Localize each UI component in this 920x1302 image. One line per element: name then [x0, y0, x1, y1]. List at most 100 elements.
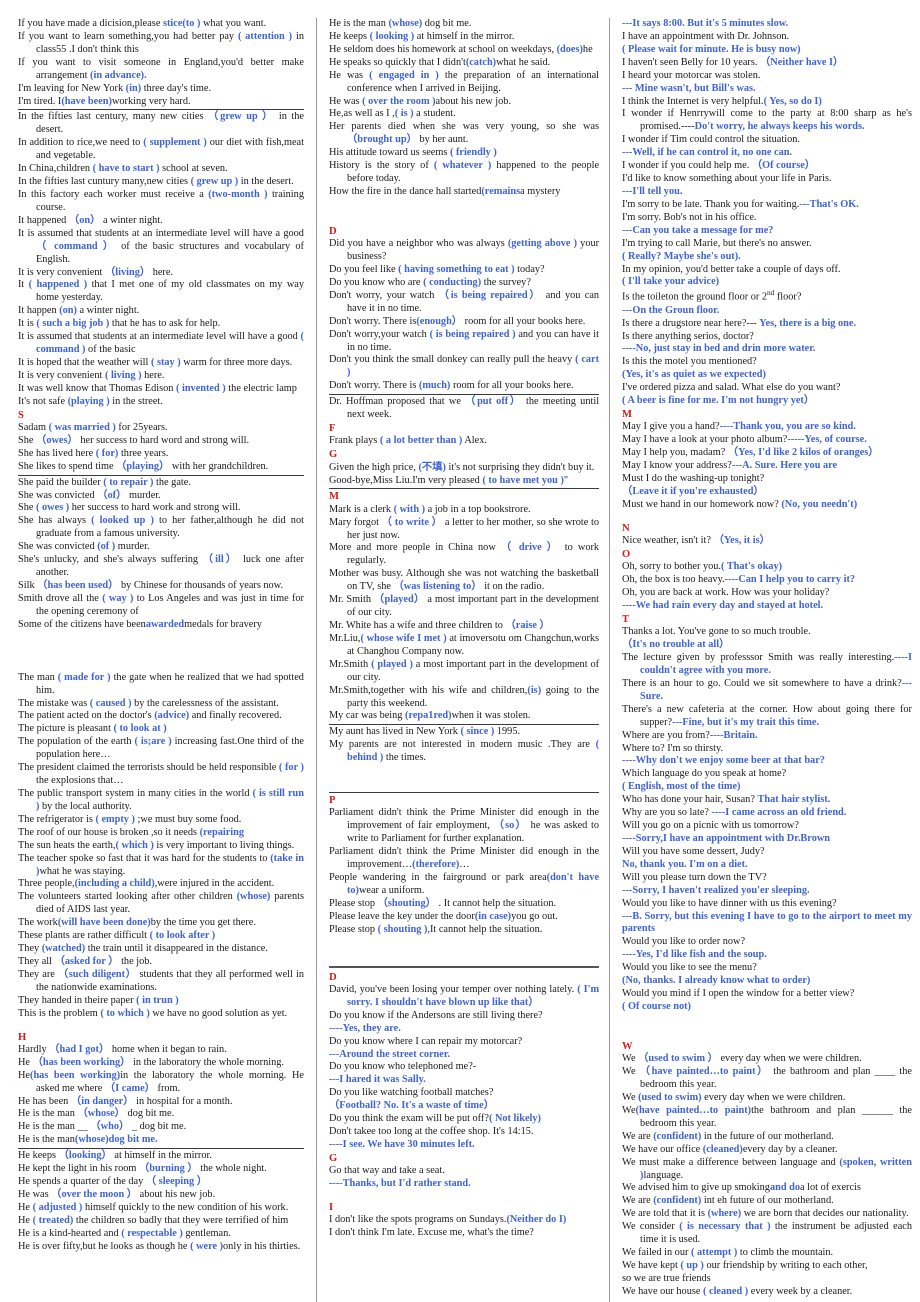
- exercise-line: ----I see. We have 30 minutes left.: [328, 1138, 475, 1150]
- exercise-line: Don't worry,your watch ( is being repair…: [328, 328, 600, 353]
- exercise-line: She ( owes ) her success to hard work an…: [18, 502, 241, 514]
- exercise-line: We are (confident) int eh future of our …: [622, 1195, 834, 1207]
- exercise-line: My car was being (repa1red)when it was s…: [328, 710, 531, 722]
- exercise-line: Mr.Smith,together with his wife and chil…: [328, 684, 600, 709]
- exercise-line: Would you mind if I open the window for …: [622, 988, 855, 1000]
- exercise-line: We(have painted…to paint)the bathroom an…: [622, 1104, 912, 1129]
- exercise-line: I wonder if Tim could control the situat…: [622, 134, 800, 146]
- exercise-line: My parents are not interested in modern …: [328, 739, 600, 764]
- exercise-line: （It's no trouble at all）: [622, 639, 730, 651]
- column-divider-1: [315, 18, 317, 1302]
- exercise-line: ---Well, if he can control it, no one ca…: [622, 147, 793, 159]
- exercise-line: Would you like to order now?: [622, 936, 746, 948]
- exercise-line: He keeps （looking） at himself in the mir…: [18, 1150, 212, 1162]
- exercise-line: Go that way and take a seat.: [328, 1165, 445, 1177]
- exercise-line: People wandering in the fairground or pa…: [328, 872, 600, 896]
- exercise-line: He seldom does his homework at school on…: [328, 43, 593, 55]
- exercise-line: The president claimed the terrorists sho…: [18, 762, 304, 787]
- exercise-line: These plants are rather difficult ( to l…: [18, 930, 216, 942]
- exercise-line: ----Yes, I'd like fish and the soup.: [622, 949, 767, 961]
- worksheet-page: If you have made a dicision,please stice…: [0, 0, 920, 1302]
- exercise-line: Did you have a neighbor who was always (…: [328, 238, 600, 263]
- exercise-line: We （used to swim ） every day when we wer…: [622, 1053, 862, 1065]
- section-divider: [328, 724, 600, 726]
- exercise-line: I'm leaving for New York (in) three day'…: [18, 82, 212, 94]
- exercise-line: It's not safe (playing ) in the street.: [18, 395, 163, 407]
- exercise-line: ----Why don't we enjoy some beer at that…: [622, 755, 825, 767]
- exercise-line: He speaks so quickly that I didn't(catch…: [328, 56, 551, 68]
- exercise-line: The mistake was ( caused ) by the carele…: [18, 697, 279, 709]
- column-1: If you have made a dicision,please stice…: [4, 18, 312, 1254]
- exercise-line: History is the story of ( whatever ) hap…: [328, 160, 600, 185]
- exercise-line: He keeps ( looking ) at himself in the m…: [328, 30, 515, 42]
- exercise-line: ( Really? Maybe she's out).: [622, 250, 741, 262]
- exercise-line: We have our office (cleaned)every day by…: [622, 1143, 838, 1155]
- exercise-line: The lecture given by professsor Smith wa…: [622, 652, 912, 677]
- exercise-line: In China,children ( have to start ) scho…: [18, 163, 228, 175]
- exercise-line: We have our house ( cleaned ) every week…: [622, 1285, 853, 1297]
- exercise-line: In this factory each worker must receive…: [18, 188, 304, 213]
- exercise-line: （Leave it if you're exhausted）: [622, 485, 764, 497]
- exercise-line: My aunt has lived in New York ( since ) …: [328, 726, 521, 738]
- exercise-line: There's a new cafeteria at the corner. H…: [622, 703, 912, 728]
- exercise-line: I've ordered pizza and salad. What else …: [622, 382, 841, 394]
- exercise-line: Hardly （had I got） home when it began to…: [18, 1043, 227, 1055]
- exercise-line: Would you like to see the menu?: [622, 962, 757, 974]
- exercise-line: Mark is a clerk ( with ) a job in a top …: [328, 503, 531, 515]
- exercise-line: She has always ( looked up ) to her fath…: [18, 515, 304, 540]
- exercise-line: He has been （in danger） in hospital for …: [18, 1095, 233, 1107]
- exercise-line: ---Can you take a message for me?: [622, 224, 774, 236]
- exercise-line: He kept the light in his room （burning ）…: [18, 1163, 267, 1175]
- exercise-line: Please stop （shouting） . It cannot help …: [328, 897, 557, 909]
- section-letter-heading: S: [18, 409, 24, 421]
- exercise-line: I'd like to know something about your li…: [622, 173, 832, 185]
- exercise-line: It is ( such a big job ) that he has to …: [18, 318, 221, 330]
- exercise-line: ----No, just stay in bed and drin more w…: [622, 343, 816, 355]
- exercise-line: It is hoped that the weather will ( stay…: [18, 356, 293, 368]
- section-divider: [18, 474, 304, 476]
- exercise-line: He(has been working)in the laboratory th…: [18, 1069, 304, 1094]
- exercise-line: The roof of our house is broken ,so it n…: [18, 826, 245, 838]
- exercise-line: ----Sorry,I have an appointment with Dr.…: [622, 833, 831, 845]
- exercise-line: May I know your address?---A. Sure. Here…: [622, 460, 838, 472]
- exercise-line: We must make a difference between langua…: [622, 1156, 912, 1181]
- exercise-line: It is assumed that students at an interm…: [18, 227, 304, 265]
- exercise-line: Please stop ( shouting ),It cannot help …: [328, 923, 543, 935]
- exercise-line: If you want to learn something,you had b…: [18, 30, 304, 55]
- exercise-line: We consider ( is necessary that ) the in…: [622, 1221, 912, 1246]
- exercise-line: It ( happened ) that I met one of my old…: [18, 279, 304, 304]
- exercise-line: The picture is pleasant ( to look at ): [18, 723, 167, 735]
- section-letter-heading: M: [622, 409, 633, 421]
- exercise-line: Silk （has been used） by Chinese for thou…: [18, 580, 284, 591]
- exercise-line: It is very convenient ( living ) here.: [18, 369, 165, 381]
- exercise-line: Is this the motel you mentioned?: [622, 356, 757, 368]
- section-divider: [328, 792, 600, 794]
- exercise-line: He was ( over the room )about his new jo…: [328, 95, 512, 107]
- section-letter-heading: M: [328, 491, 339, 503]
- exercise-line: I have an appointment with Dr. Johnson.: [622, 30, 790, 42]
- exercise-line: Parliament didn't think the Prime Minist…: [328, 807, 600, 845]
- exercise-line: May I have a look at your photo album?--…: [622, 434, 867, 446]
- exercise-line: We (used to swim) every day when we were…: [622, 1091, 846, 1103]
- exercise-line: Three people,(including a child),were in…: [18, 878, 275, 890]
- section-letter-heading: H: [18, 1031, 27, 1043]
- exercise-line: Don't worry. There is(enough） room for a…: [328, 315, 586, 327]
- exercise-line: In the fifties last century, many new ci…: [18, 111, 304, 136]
- exercise-line: This is the problem ( to which ) we have…: [18, 1007, 288, 1019]
- exercise-line: Why are you so late? ----I came across a…: [622, 807, 847, 819]
- exercise-line: Must I do the washing-up tonight?: [622, 473, 765, 485]
- exercise-line: I think the Internet is very helpful.( Y…: [622, 95, 822, 107]
- exercise-line: Don't you think the small donkey can rea…: [328, 354, 600, 379]
- exercise-line: She was convicted (of ) murder.: [18, 541, 150, 553]
- exercise-line: ----Yes, they are.: [328, 1022, 401, 1034]
- exercise-line: He,as well as I ,( is ) a student.: [328, 108, 456, 120]
- exercise-line: It was well know that Thomas Edison ( in…: [18, 382, 297, 394]
- exercise-line: Please leave the key under the door(in c…: [328, 910, 558, 922]
- exercise-line: Do you know where I can repair my motorc…: [328, 1035, 523, 1047]
- section-letter-heading: W: [622, 1040, 633, 1052]
